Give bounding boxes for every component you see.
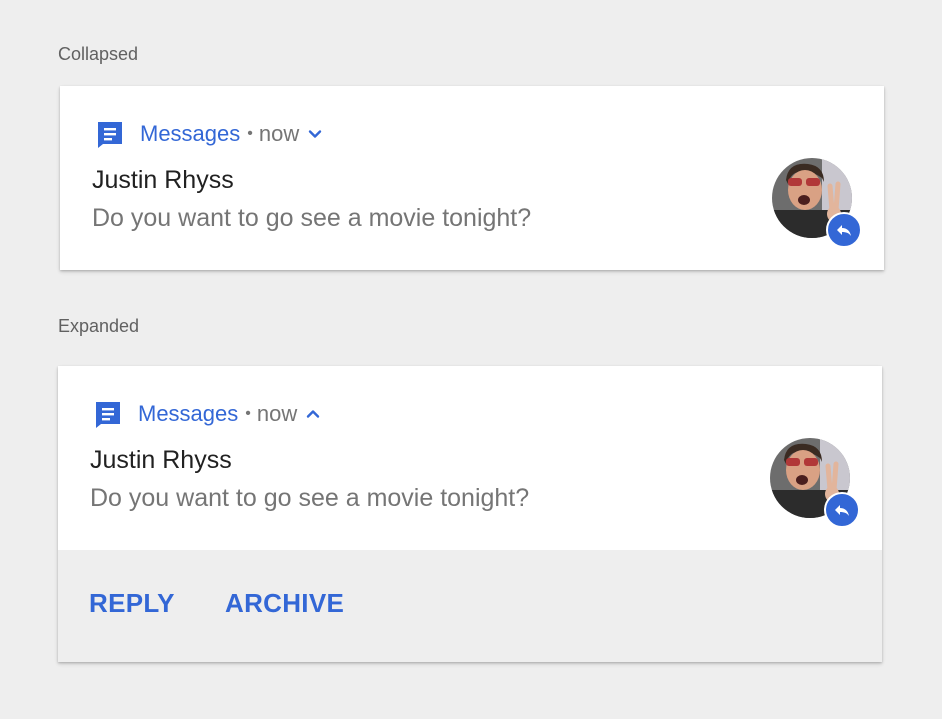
notification-header: Messages • now (92, 398, 321, 430)
notification-card-expanded[interactable]: Messages • now Justin Rhyss Do you want … (58, 366, 882, 662)
sender-name: Justin Rhyss (92, 166, 234, 194)
section-label-collapsed: Collapsed (58, 44, 139, 64)
timestamp: now (256, 401, 298, 426)
separator-dot: • (245, 405, 251, 422)
reply-button[interactable]: REPLY (89, 588, 175, 619)
chevron-up-icon[interactable] (305, 406, 321, 422)
notification-header: Messages • now (94, 118, 323, 150)
messages-app-icon (96, 402, 120, 428)
reply-icon (835, 505, 849, 516)
timestamp: now (258, 121, 300, 146)
messages-app-icon (98, 122, 122, 148)
reply-badge (826, 212, 862, 248)
reply-badge (824, 492, 860, 528)
app-name: Messages (138, 401, 239, 426)
message-text: Do you want to go see a movie tonight? (90, 484, 530, 512)
app-name: Messages (140, 121, 241, 146)
separator-dot: • (247, 125, 253, 142)
notification-card-collapsed[interactable]: Messages • now Justin Rhyss Do you want … (60, 86, 884, 270)
section-label-expanded: Expanded (58, 316, 140, 336)
archive-button[interactable]: ARCHIVE (225, 588, 344, 619)
chevron-down-icon[interactable] (307, 126, 323, 142)
sender-name: Justin Rhyss (90, 446, 232, 474)
message-text: Do you want to go see a movie tonight? (92, 204, 532, 232)
reply-icon (837, 225, 851, 236)
notification-actions: REPLY ARCHIVE (58, 550, 882, 662)
